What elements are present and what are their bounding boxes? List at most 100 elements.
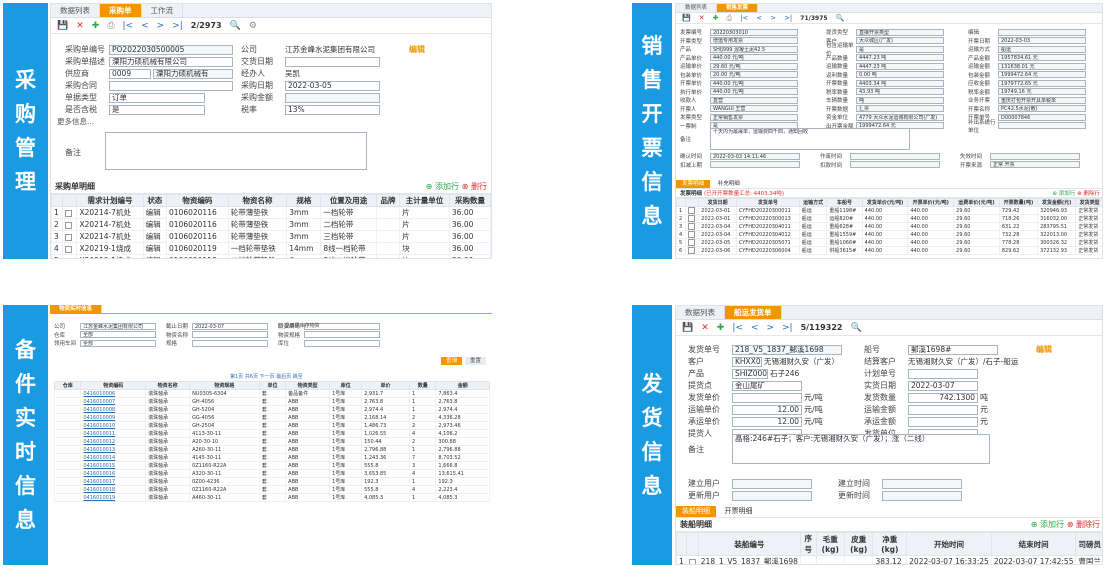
delivery-date-field[interactable] xyxy=(285,56,380,67)
tax-rate-select[interactable]: 13% xyxy=(285,104,380,115)
pickup-select[interactable]: 金山尾矿 xyxy=(732,380,802,391)
field-value[interactable]: 440.00 元/吨 xyxy=(710,79,798,87)
checkbox-icon[interactable] xyxy=(688,231,696,238)
field-value[interactable]: 29.60 元/吨 xyxy=(710,62,798,70)
shipping-remark-field[interactable]: 晶格:246#石子；客户:无锡湘财久安（广发）；涨（二线） xyxy=(732,434,990,464)
field-value[interactable] xyxy=(990,152,1080,160)
tab-loading-detail[interactable]: 装船明细 xyxy=(676,506,716,517)
field-value[interactable]: 是 xyxy=(856,45,944,53)
tab-sales-invoice[interactable]: 销售发票 xyxy=(717,4,759,12)
filter-input[interactable]: 全部 xyxy=(80,339,156,347)
checkbox-icon[interactable] xyxy=(688,215,696,222)
field-value[interactable]: 吨 xyxy=(856,96,944,104)
carrier-amount-field[interactable] xyxy=(908,416,978,427)
reset-button[interactable]: 重置 xyxy=(464,357,486,365)
row-checkbox[interactable] xyxy=(62,206,78,219)
field-value[interactable]: 440.00 元/吨 xyxy=(710,88,798,95)
delete-row-button[interactable]: ⊗ 删行 xyxy=(462,182,487,191)
carrier-price-field[interactable]: 12.00 xyxy=(732,416,802,427)
field-value[interactable] xyxy=(998,28,1086,36)
table-row[interactable]: 1 218_1_V5_1837_郵溪1698 383.12 2022-03-07 16… xyxy=(676,555,1102,564)
table-row[interactable]: 1 2022-03-01 CYFHD20220300011 船运 重船1198# 440.… xyxy=(676,206,1102,215)
field-value[interactable]: 船运 xyxy=(998,45,1086,53)
first-page-icon[interactable]: |< xyxy=(732,323,743,333)
row-checkbox[interactable] xyxy=(685,214,700,223)
row-checkbox[interactable] xyxy=(62,254,78,258)
checkbox-icon[interactable] xyxy=(65,245,73,253)
prev-page-icon[interactable]: < xyxy=(751,323,759,333)
table-row[interactable]: 0416010015 滚珠轴承 0Z1160-R22A 套 ABB 1号库 555.8 3 1,… xyxy=(53,461,490,470)
field-value[interactable]: 4447.23 吨 xyxy=(856,62,944,70)
material-code-link[interactable]: 0416010017 xyxy=(80,477,147,486)
checkbox-icon[interactable] xyxy=(688,247,696,254)
table-row[interactable]: 5 X20219-1烧成编辑0106020118二档轮带垫铁6mm8线二档轮带 块3… xyxy=(51,254,491,258)
table-row[interactable]: 2 2022-03-01 CYFHD20220300013 船运 运船820# 440.0… xyxy=(676,214,1102,223)
material-code-link[interactable]: 0416010014 xyxy=(80,453,147,462)
field-value[interactable]: 1957834.61 元 xyxy=(998,54,1086,61)
field-value[interactable]: 正常销售发票 xyxy=(710,113,798,121)
first-page-icon[interactable]: |< xyxy=(740,14,748,22)
table-row[interactable]: 0416010019 滚珠轴承 A460-30-11 套 ABB 1号库 4,085.3 1 4… xyxy=(53,493,490,502)
material-code-link[interactable]: 0416010006 xyxy=(80,389,147,398)
tab-supplement-detail[interactable]: 补充明细 xyxy=(712,180,746,188)
field-value[interactable]: PC42.5水泥(散) xyxy=(998,105,1086,112)
tab-purchase-order[interactable]: 采购单 xyxy=(100,4,142,17)
order-type-select[interactable]: 订单 xyxy=(109,92,205,103)
table-row[interactable]: 6 2022-03-06 CYFHD20220306004 船运 供船3615# 440.… xyxy=(676,246,1102,255)
add-row-button[interactable]: ⊕ 添加行 xyxy=(1052,191,1075,197)
checkbox-icon[interactable] xyxy=(65,233,73,241)
checkbox-icon[interactable] xyxy=(65,209,73,217)
row-checkbox[interactable] xyxy=(685,555,699,564)
print-icon[interactable]: ⎙ xyxy=(726,14,732,23)
filter-input[interactable]: 全部 xyxy=(80,331,156,338)
table-row[interactable]: 0416010018 滚珠轴承 0Z1160-R22A 套 ABB 1号库 555.8 4 2,… xyxy=(53,485,490,494)
close-icon[interactable]: ✕ xyxy=(76,21,84,31)
field-value[interactable] xyxy=(850,161,940,168)
qty-field[interactable]: 742.1300 xyxy=(908,392,978,403)
contract-field[interactable] xyxy=(109,80,233,91)
filter-input[interactable] xyxy=(192,339,268,347)
actual-date-field[interactable]: 2022-03-07 xyxy=(908,380,978,391)
field-value[interactable]: 直营 xyxy=(710,96,798,104)
tab-data-list[interactable]: 数据列表 xyxy=(676,4,718,12)
field-value[interactable] xyxy=(850,152,940,160)
add-icon[interactable]: ✚ xyxy=(92,21,100,31)
checkbox-icon[interactable] xyxy=(688,207,696,214)
customer-code-field[interactable]: KHXX03 xyxy=(732,356,762,367)
field-value[interactable]: 440.00 元/吨 xyxy=(710,54,798,61)
field-value[interactable]: 2022-03-03 14:11:46 xyxy=(710,152,800,160)
delete-row-button[interactable]: ⊗ 删除行 xyxy=(1077,191,1100,197)
material-code-link[interactable]: 0416010007 xyxy=(80,397,147,406)
field-value[interactable]: 1999472.64 元 xyxy=(998,71,1086,78)
invoice-note-field[interactable]: 十天内为最晟单，运输费四千四，通知回收 xyxy=(710,128,910,150)
purchase-date-field[interactable]: 2022-03-05 xyxy=(285,80,380,91)
field-value[interactable]: 0.00 吨 xyxy=(856,71,944,78)
table-row[interactable]: 0416010008 滚珠轴承 GH-5204 套 ABB 1号库 2,974.4 1 2,97… xyxy=(53,405,490,414)
material-code-link[interactable]: 0416010016 xyxy=(80,469,147,478)
remark-field[interactable] xyxy=(105,132,367,170)
checkbox-icon[interactable] xyxy=(65,221,73,229)
field-value[interactable]: 重庆打包开票开具单税单 xyxy=(998,96,1086,104)
zero-stock-checkbox[interactable]: 显示零库存物资 xyxy=(278,322,320,329)
prev-page-icon[interactable]: < xyxy=(141,21,149,31)
freight-field[interactable]: 12.00 xyxy=(732,404,802,415)
field-value[interactable]: 增值专用发票 xyxy=(710,37,798,44)
filter-input[interactable] xyxy=(304,331,380,338)
edit-link[interactable]: 编辑 xyxy=(409,44,425,55)
last-page-icon[interactable]: >| xyxy=(782,323,793,333)
material-code-link[interactable]: 0416010012 xyxy=(80,437,147,446)
field-value[interactable]: 20.00 元/吨 xyxy=(710,71,798,78)
field-value[interactable]: 汇票 xyxy=(856,105,944,112)
query-button[interactable]: 查询 xyxy=(440,357,462,365)
field-value[interactable]: 4447.23 吨 xyxy=(856,54,944,61)
table-row[interactable]: 3 X20214-7机处 编辑 0106020116 轮带薄垫铁 3mm 三档轮带 片 36.0… xyxy=(51,230,491,243)
search-icon[interactable]: 🔍 xyxy=(836,14,845,22)
close-icon[interactable]: ✕ xyxy=(699,14,705,22)
field-value[interactable] xyxy=(998,122,1086,129)
field-value[interactable]: 19749.16 元 xyxy=(998,88,1086,95)
filter-input[interactable]: 2022-03-07 xyxy=(192,322,268,330)
next-page-icon[interactable]: > xyxy=(770,14,776,22)
row-checkbox[interactable] xyxy=(685,246,700,255)
search-icon[interactable]: 🔍 xyxy=(230,21,241,31)
more-info-toggle[interactable]: 更多信息... xyxy=(57,116,94,127)
